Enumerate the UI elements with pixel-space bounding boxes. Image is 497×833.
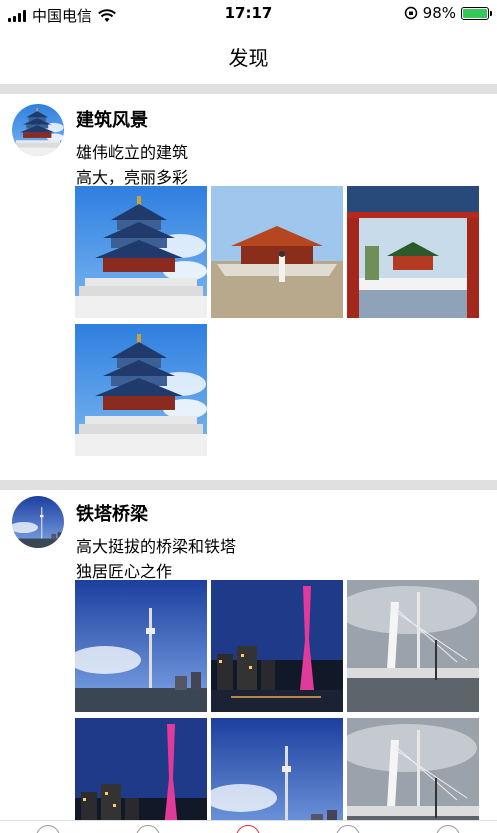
tab-home-icon[interactable] bbox=[36, 825, 60, 833]
post-image[interactable] bbox=[347, 186, 479, 318]
battery-icon bbox=[461, 6, 492, 20]
post-image[interactable] bbox=[75, 718, 207, 833]
post-towers-bridges[interactable]: 铁塔桥梁 高大挺拔的桥梁和铁塔 独居匠心之作 bbox=[0, 490, 497, 833]
tab-camera-icon[interactable] bbox=[236, 825, 260, 833]
post-image[interactable] bbox=[211, 718, 343, 833]
post-architecture[interactable]: 建筑风景 雄伟屹立的建筑 高大，亮丽多彩 bbox=[0, 94, 497, 480]
tab-discover-icon[interactable] bbox=[136, 825, 160, 833]
post-image[interactable] bbox=[347, 718, 479, 833]
battery-percent: 98% bbox=[422, 4, 456, 22]
avatar[interactable] bbox=[12, 496, 64, 548]
post-image[interactable] bbox=[211, 580, 343, 712]
avatar[interactable] bbox=[12, 104, 64, 156]
section-divider bbox=[0, 480, 497, 490]
page-title: 发现 bbox=[228, 45, 269, 70]
battery-fill bbox=[463, 8, 487, 18]
section-divider bbox=[0, 84, 497, 94]
orientation-lock-icon bbox=[404, 6, 417, 20]
status-right: 98% bbox=[404, 4, 492, 22]
nav-bar: 发现 bbox=[0, 28, 497, 84]
post-title: 铁塔桥梁 bbox=[76, 504, 148, 525]
tab-messages-icon[interactable] bbox=[336, 825, 360, 833]
post-image[interactable] bbox=[75, 580, 207, 712]
post-image[interactable] bbox=[347, 580, 479, 712]
post-text-line: 独居匠心之作 bbox=[76, 562, 173, 581]
post-text-line: 雄伟屹立的建筑 bbox=[76, 143, 189, 162]
tab-bar bbox=[0, 820, 497, 833]
tab-profile-icon[interactable] bbox=[436, 825, 460, 833]
post-title: 建筑风景 bbox=[76, 110, 148, 131]
post-text-line: 高大挺拔的桥梁和铁塔 bbox=[76, 537, 237, 556]
post-image[interactable] bbox=[75, 324, 207, 456]
post-image[interactable] bbox=[75, 186, 207, 318]
post-image[interactable] bbox=[211, 186, 343, 318]
status-bar: 中国电信 17:17 98% bbox=[0, 0, 497, 28]
post-text-line: 高大，亮丽多彩 bbox=[76, 168, 189, 187]
